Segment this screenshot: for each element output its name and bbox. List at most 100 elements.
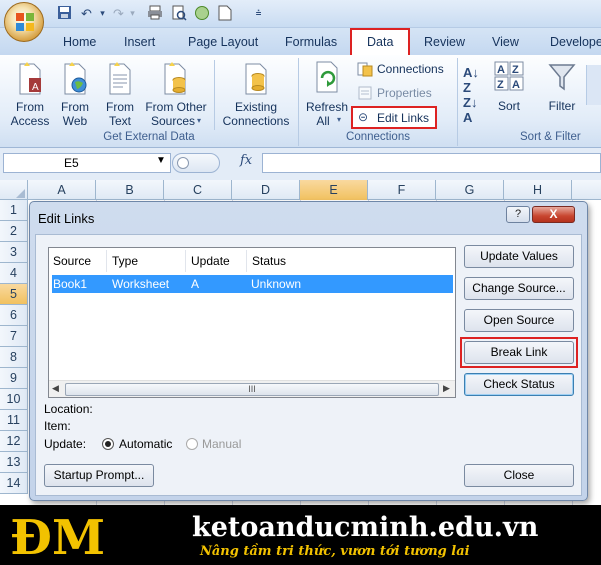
tab-home[interactable]: Home (63, 35, 96, 49)
tab-insert[interactable]: Insert (124, 35, 155, 49)
undo-icon[interactable]: ↶ (78, 5, 95, 22)
link-type: Worksheet (112, 277, 170, 291)
sort-z-to-a-icon[interactable]: Z↓ A (463, 95, 477, 125)
startup-prompt-button[interactable]: Startup Prompt... (44, 464, 154, 487)
row-header-7[interactable]: 7 (0, 326, 28, 347)
scroll-right-icon[interactable]: ▶ (443, 383, 450, 394)
column-header-c[interactable]: C (164, 180, 232, 200)
save-icon[interactable] (56, 5, 73, 22)
existing-connections-button[interactable]: Existing Connections (220, 60, 292, 128)
help-button[interactable]: ? (506, 206, 530, 223)
tab-formulas[interactable]: Formulas (285, 35, 337, 49)
column-header-d[interactable]: D (232, 180, 300, 200)
row-header-14[interactable]: 14 (0, 473, 28, 494)
site-slogan: Nâng tầm tri thức, vươn tới tương lai (200, 544, 470, 559)
spelling-icon[interactable] (193, 5, 210, 22)
row-header-8[interactable]: 8 (0, 347, 28, 368)
row-header-6[interactable]: 6 (0, 305, 28, 326)
row-header-9[interactable]: 9 (0, 368, 28, 389)
text-file-icon (109, 62, 131, 95)
list-header-status[interactable]: Status (248, 250, 448, 272)
row-header-13[interactable]: 13 (0, 452, 28, 473)
row-header-2[interactable]: 2 (0, 221, 28, 242)
tab-data[interactable]: Data (367, 35, 393, 49)
tab-developer[interactable]: Develope (550, 35, 601, 49)
open-source-button[interactable]: Open Source (464, 309, 574, 332)
break-link-button[interactable]: Break Link (464, 341, 574, 364)
edit-links-button[interactable]: ⊝ Edit Links (351, 106, 437, 129)
close-x-button[interactable]: X (532, 206, 575, 223)
advanced-filter-icon[interactable] (586, 65, 601, 105)
column-header-f[interactable]: F (368, 180, 436, 200)
row-header-11[interactable]: 11 (0, 410, 28, 431)
automatic-radio[interactable] (102, 438, 114, 450)
customize-toolbar-icon[interactable]: ⩮ (250, 5, 267, 22)
sort-a-to-z-icon[interactable]: A↓ Z (463, 65, 479, 95)
filter-button[interactable]: Filter (542, 60, 582, 115)
tab-view[interactable]: View (492, 35, 519, 49)
formula-bar-resize-handle[interactable] (172, 153, 220, 173)
update-values-button[interactable]: Update Values (464, 245, 574, 268)
from-other-sources-label: From Other (145, 100, 207, 114)
from-web-button[interactable]: From Web (55, 60, 95, 128)
name-box-value: E5 (64, 156, 79, 170)
tab-review[interactable]: Review (424, 35, 465, 49)
from-access-sublabel: Access (10, 114, 50, 128)
manual-radio[interactable] (186, 438, 198, 450)
redo-dropdown-icon[interactable]: ▾ (124, 5, 141, 22)
new-document-icon[interactable] (216, 5, 233, 22)
close-button[interactable]: Close (464, 464, 574, 487)
scroll-left-icon[interactable]: ◀ (52, 383, 59, 394)
row-header-1[interactable]: 1 (0, 200, 28, 221)
manual-radio-label[interactable]: Manual (202, 437, 241, 451)
from-other-sources-button[interactable]: From Other Sources ▾ (143, 60, 209, 128)
refresh-all-button[interactable]: Refresh All ▾ (303, 60, 351, 128)
connections-button[interactable]: Connections (355, 60, 455, 78)
print-preview-icon[interactable] (170, 5, 187, 22)
horizontal-scrollbar[interactable]: ◀ III ▶ (49, 380, 455, 397)
office-button[interactable] (4, 2, 44, 42)
list-header-update[interactable]: Update (187, 250, 247, 272)
formula-input[interactable] (262, 153, 601, 173)
svg-text:A: A (497, 64, 505, 76)
other-sources-icon (164, 62, 186, 95)
properties-button[interactable]: Properties (355, 84, 455, 102)
from-access-button[interactable]: A From Access (10, 60, 50, 128)
row-header-3[interactable]: 3 (0, 242, 28, 263)
undo-dropdown-icon[interactable]: ▾ (94, 5, 111, 22)
tab-page-layout[interactable]: Page Layout (188, 35, 258, 49)
column-header-e[interactable]: E (300, 180, 368, 200)
links-list[interactable]: Source Type Update Status Book1 Workshee… (48, 247, 456, 398)
row-header-10[interactable]: 10 (0, 389, 28, 410)
name-box[interactable]: E5 ▼ (3, 153, 171, 173)
group-label-get-external-data: Get External Data (103, 131, 195, 143)
column-header-g[interactable]: G (436, 180, 504, 200)
print-icon[interactable] (146, 5, 163, 22)
column-header-h[interactable]: H (504, 180, 572, 200)
from-text-button[interactable]: From Text (100, 60, 140, 128)
row-header-5[interactable]: 5 (0, 284, 28, 305)
from-text-sublabel: Text (108, 114, 131, 128)
select-all-corner[interactable] (0, 180, 28, 200)
column-header-a[interactable]: A (28, 180, 96, 200)
check-status-button[interactable]: Check Status (464, 373, 574, 396)
change-source-button[interactable]: Change Source... (464, 277, 574, 300)
row-header-4[interactable]: 4 (0, 263, 28, 284)
list-header-type[interactable]: Type (108, 250, 186, 272)
scrollbar-thumb[interactable]: III (65, 383, 439, 396)
svg-text:Z: Z (497, 79, 504, 91)
automatic-radio-label[interactable]: Automatic (119, 437, 172, 451)
row-header-12[interactable]: 12 (0, 431, 28, 452)
list-item[interactable]: Book1 Worksheet A Unknown (52, 275, 453, 293)
existing-connections-sublabel: Connections (222, 114, 290, 128)
chevron-down-icon[interactable]: ▼ (156, 155, 166, 166)
connections-icon (357, 62, 373, 77)
column-header-b[interactable]: B (96, 180, 164, 200)
sort-button[interactable]: A Z Z A Sort (491, 60, 527, 115)
insert-function-icon[interactable]: fx (240, 153, 252, 168)
location-label: Location: (44, 402, 93, 416)
chain-link-icon: ⊝ (358, 110, 369, 124)
svg-text:ĐM: ĐM (10, 510, 105, 564)
item-label: Item: (44, 419, 71, 433)
list-header-source[interactable]: Source (49, 250, 107, 272)
